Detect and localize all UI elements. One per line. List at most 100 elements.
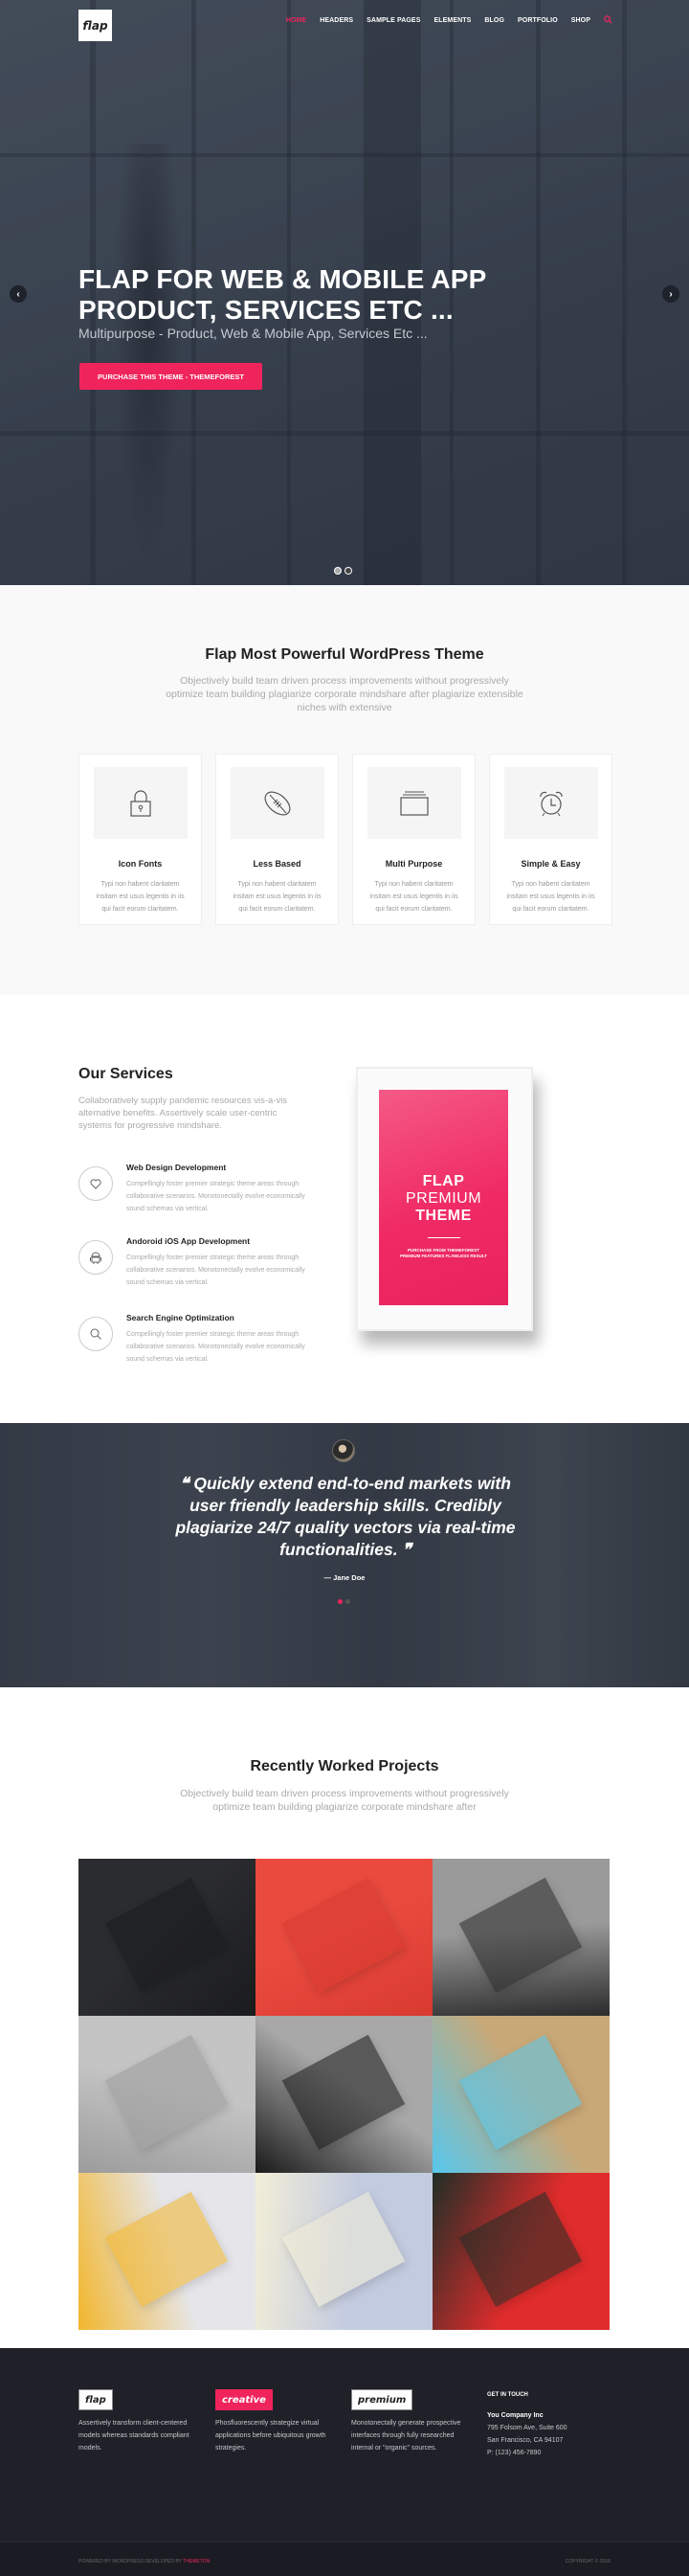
feature-text: Typi non habent claritatem insitam est u…	[233, 881, 322, 913]
project-tile-blue-herr-print[interactable]	[433, 2016, 610, 2173]
service-text: Compellingly foster premier strategic th…	[126, 1254, 305, 1286]
feature-text: Typi non habent claritatem insitam est u…	[369, 881, 458, 913]
project-tile-yellow-notebook[interactable]	[78, 2173, 256, 2330]
project-tile-black-stationery[interactable]	[78, 1859, 256, 2016]
hero-title-line-2: PRODUCT, SERVICES ETC ...	[78, 295, 454, 325]
lock-icon	[93, 767, 188, 839]
poster-frame: FLAP PREMIUM THEME PURCHASE FROM THEMEFO…	[356, 1067, 533, 1331]
features-section: Flap Most Powerful WordPress Theme Objec…	[0, 585, 689, 995]
address-line-2: San Francisco, CA 94107	[487, 2437, 564, 2444]
poster-caption-2: PREMIUM FEATURES FLAWLESS RESULT	[399, 1254, 488, 1258]
feature-title: Icon Fonts	[118, 859, 163, 869]
services-title: Our Services	[78, 1066, 173, 1082]
footer-badge-creative: creative	[215, 2389, 273, 2410]
project-tile-graphic	[458, 2192, 582, 2308]
features-description: Objectively build team driven process im…	[166, 675, 523, 713]
project-tile-graphic	[281, 2035, 405, 2151]
feature-title: Multi Purpose	[385, 859, 443, 869]
footer-text: Monotonectally generate prospective inte…	[351, 2420, 461, 2452]
project-tile-graphic	[104, 2192, 228, 2308]
testimonial-pagination	[338, 1599, 350, 1604]
testimonial-dot-active[interactable]	[338, 1599, 343, 1604]
search-icon[interactable]	[604, 15, 612, 26]
footer-text: Phosfluorescently strategize virtual app…	[215, 2420, 326, 2452]
logo[interactable]: flap	[78, 10, 112, 41]
feature-card: Simple & Easy Typi non habent claritatem…	[489, 754, 612, 925]
testimonial-author: — Jane Doe	[323, 1573, 366, 1582]
menu: HOME HEADERS SAMPLE PAGES ELEMENTS BLOG …	[286, 15, 612, 26]
credits: POWERED BY WORDPRESS DEVELOPED BY THEMET…	[78, 2559, 210, 2565]
hero-title: FLAP FOR WEB & MOBILE APP PRODUCT, SERVI…	[78, 264, 614, 326]
nav-item-home[interactable]: HOME	[286, 17, 306, 24]
project-tile-graphic	[281, 1878, 405, 1994]
project-tile-white-letterhead[interactable]	[78, 2016, 256, 2173]
service-text: Compellingly foster premier strategic th…	[126, 1331, 305, 1363]
android-icon	[78, 1240, 113, 1275]
contact-heading: GET IN TOUCH	[487, 2392, 528, 2398]
nav-item-blog[interactable]: BLOG	[484, 17, 504, 24]
poster-line-3: THEME	[415, 1208, 472, 1224]
project-tile-red-typography[interactable]	[256, 1859, 433, 2016]
feature-card: Less Based Typi non habent claritatem in…	[215, 754, 339, 925]
slider-pagination	[334, 567, 352, 575]
folders-icon	[367, 767, 461, 839]
feature-cards: Icon Fonts Typi non habent claritatem in…	[78, 754, 612, 925]
services-section: Our Services Collaboratively supply pand…	[0, 995, 689, 1423]
service-title: Search Engine Optimization	[126, 1313, 234, 1322]
nav-item-elements[interactable]: ELEMENTS	[433, 17, 471, 24]
main-nav: flap HOME HEADERS SAMPLE PAGES ELEMENTS …	[0, 0, 689, 42]
footer: flap Assertively transform client-center…	[0, 2348, 689, 2576]
hero-subtitle: Multipurpose - Product, Web & Mobile App…	[78, 326, 428, 341]
nav-item-headers[interactable]: HEADERS	[320, 17, 353, 24]
poster-divider	[427, 1237, 460, 1238]
close-quote-icon: ❞	[402, 1540, 411, 1559]
feature-card: Icon Fonts Typi non habent claritatem in…	[78, 754, 202, 925]
quote-text: Quickly extend end-to-end markets with u…	[175, 1474, 516, 1559]
project-tile-graphic	[281, 2192, 405, 2308]
projects-section: Recently Worked Projects Objectively bui…	[0, 1687, 689, 2348]
testimonial-quote: ❝ Quickly extend end-to-end markets with…	[167, 1473, 523, 1561]
search-icon	[78, 1317, 113, 1351]
project-tile-open-dotted-book[interactable]	[256, 2173, 433, 2330]
chevron-left-icon[interactable]: ‹	[10, 285, 27, 303]
purchase-button[interactable]: PURCHASE THIS THEME - THEMEFOREST	[79, 363, 262, 390]
footer-badge-premium: premium	[351, 2389, 413, 2410]
project-grid	[78, 1859, 610, 2330]
nav-item-shop[interactable]: SHOP	[571, 17, 590, 24]
footer-column: premium Monotonectally generate prospect…	[351, 2389, 471, 2454]
copyright: COPYRIGHT © 2016	[565, 2559, 611, 2565]
nav-item-sample-pages[interactable]: SAMPLE PAGES	[367, 17, 420, 24]
hero-title-line-1: FLAP FOR WEB & MOBILE APP	[78, 264, 487, 294]
project-tile-graphic	[458, 1878, 582, 1994]
feature-card: Multi Purpose Typi non habent claritatem…	[352, 754, 476, 925]
hero-slider: flap HOME HEADERS SAMPLE PAGES ELEMENTS …	[0, 0, 689, 585]
footer-badge-flap: flap	[78, 2389, 113, 2410]
company-name: You Company Inc	[487, 2412, 544, 2419]
projects-description: Objectively build team driven process im…	[180, 1788, 509, 1813]
feature-title: Simple & Easy	[521, 859, 581, 869]
poster-line-2: PREMIUM	[405, 1190, 482, 1207]
slider-dot-active[interactable]	[344, 567, 352, 575]
testimonial-section: ❝ Quickly extend end-to-end markets with…	[0, 1423, 689, 1687]
project-tile-graphic	[458, 2035, 582, 2151]
service-title: Web Design Development	[126, 1163, 227, 1172]
credits-link[interactable]: THEMETON	[183, 2559, 210, 2565]
feature-title: Less Based	[253, 859, 301, 869]
nav-item-portfolio[interactable]: PORTFOLIO	[518, 17, 558, 24]
chevron-right-icon[interactable]: ›	[662, 285, 679, 303]
services-intro: Collaboratively supply pandemic resource…	[78, 1096, 288, 1131]
alarm-clock-icon	[503, 767, 598, 839]
project-tile-black-white-cards[interactable]	[256, 2016, 433, 2173]
project-tile-architektur-design[interactable]	[433, 1859, 610, 2016]
feature-text: Typi non habent claritatem insitam est u…	[506, 881, 595, 913]
project-tile-red-fanned-book[interactable]	[433, 2173, 610, 2330]
open-quote-icon: ❝	[180, 1474, 189, 1493]
address-line-1: 795 Folsom Ave, Suite 600	[487, 2425, 567, 2431]
poster: FLAP PREMIUM THEME PURCHASE FROM THEMEFO…	[379, 1090, 508, 1305]
testimonial-dot[interactable]	[345, 1599, 350, 1604]
slider-dot[interactable]	[334, 567, 342, 575]
heart-icon	[78, 1166, 113, 1201]
poster-line-1: FLAP	[422, 1173, 465, 1189]
features-title: Flap Most Powerful WordPress Theme	[205, 646, 484, 663]
projects-title: Recently Worked Projects	[250, 1758, 439, 1774]
